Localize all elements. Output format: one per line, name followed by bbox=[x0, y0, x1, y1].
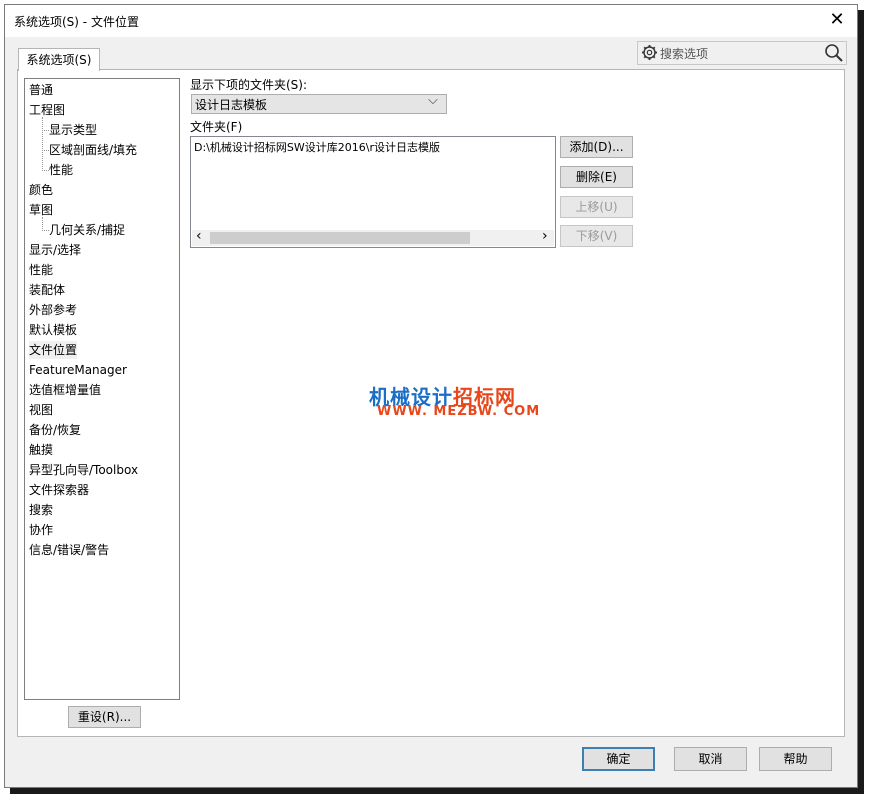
chevron-down-icon: ⌵ bbox=[428, 93, 438, 108]
window-title: 系统选项(S) - 文件位置 bbox=[14, 15, 139, 29]
move-up-button[interactable]: 上移(U) bbox=[560, 196, 633, 218]
tree-connector bbox=[42, 170, 49, 171]
folder-path-row[interactable]: D:\机械设计招标网SW设计库2016\r设计日志模版 bbox=[194, 139, 440, 155]
search-box[interactable]: 搜索选项 bbox=[637, 41, 847, 65]
reset-button[interactable]: 重设(R)... bbox=[68, 706, 141, 728]
folder-type-select[interactable]: 设计日志模板 ⌵ bbox=[191, 93, 447, 114]
tree-item[interactable]: 工程图 bbox=[29, 101, 65, 119]
folders-list[interactable]: D:\机械设计招标网SW设计库2016\r设计日志模版 ‹ › bbox=[190, 136, 556, 248]
search-placeholder: 搜索选项 bbox=[660, 47, 709, 61]
scrollbar-thumb[interactable] bbox=[210, 232, 470, 244]
ok-button[interactable]: 确定 bbox=[582, 747, 655, 771]
tree-item[interactable]: 外部参考 bbox=[29, 301, 77, 319]
search-icon[interactable] bbox=[824, 43, 844, 63]
tree-item[interactable]: 搜索 bbox=[29, 501, 53, 519]
tree-item[interactable]: 默认模板 bbox=[29, 321, 77, 339]
scroll-left-icon[interactable]: ‹ bbox=[196, 228, 202, 244]
close-icon[interactable]: ✕ bbox=[827, 9, 847, 30]
show-folders-label: 显示下项的文件夹(S): bbox=[190, 78, 308, 92]
tree-connector bbox=[42, 117, 43, 171]
tree-item[interactable]: 显示类型 bbox=[49, 121, 97, 139]
delete-button[interactable]: 删除(E) bbox=[560, 166, 633, 188]
tree-item[interactable]: 区域剖面线/填充 bbox=[49, 141, 137, 159]
add-button[interactable]: 添加(D)... bbox=[560, 136, 633, 158]
tab-system-options[interactable]: 系统选项(S) bbox=[18, 48, 100, 71]
tree-item[interactable]: 协作 bbox=[29, 521, 53, 539]
tree-item[interactable]: 文件位置 bbox=[29, 341, 78, 359]
tree-connector bbox=[42, 130, 49, 131]
tree-item[interactable]: 性能 bbox=[29, 261, 53, 279]
tab-label: 系统选项(S) bbox=[26, 53, 92, 67]
move-down-button[interactable]: 下移(V) bbox=[560, 225, 633, 247]
tree-item[interactable]: 备份/恢复 bbox=[29, 421, 81, 439]
tree-item[interactable]: FeatureManager bbox=[29, 361, 127, 379]
tree-item[interactable]: 触摸 bbox=[29, 441, 53, 459]
scroll-right-icon[interactable]: › bbox=[542, 228, 548, 244]
tree-connector bbox=[42, 230, 49, 231]
tree-item[interactable]: 视图 bbox=[29, 401, 53, 419]
tree-item[interactable]: 装配体 bbox=[29, 281, 65, 299]
tree-item[interactable]: 草图 bbox=[29, 201, 53, 219]
options-dialog: 系统选项(S) - 文件位置 ✕ 搜索选项 系统选项(S) 普通工程图显示类型区… bbox=[4, 4, 858, 788]
tree-item[interactable]: 选值框增量值 bbox=[29, 381, 101, 399]
horizontal-scrollbar[interactable]: ‹ › bbox=[192, 228, 554, 246]
title-bar: 系统选项(S) - 文件位置 ✕ bbox=[5, 5, 857, 37]
tree-item[interactable]: 文件探索器 bbox=[29, 481, 89, 499]
options-tree[interactable]: 普通 工程图 显示类型 区域剖面线/填充 性能 颜色 草图 几何关系/捕捉 显示/选择 性能 装配体… bbox=[24, 78, 180, 700]
tree-connector bbox=[42, 150, 49, 151]
gear-icon bbox=[642, 45, 657, 60]
cancel-button[interactable]: 取消 bbox=[674, 747, 747, 771]
folders-label: 文件夹(F) bbox=[190, 120, 243, 134]
tree-item[interactable]: 几何关系/捕捉 bbox=[49, 221, 125, 239]
tree-item[interactable]: 颜色 bbox=[29, 181, 53, 199]
tree-item[interactable]: 信息/错误/警告 bbox=[29, 541, 109, 559]
help-button[interactable]: 帮助 bbox=[759, 747, 832, 771]
watermark-url: WWW. MEZBW. COM bbox=[377, 404, 541, 419]
tree-connector bbox=[42, 217, 43, 231]
tree-item[interactable]: 普通 bbox=[29, 81, 53, 99]
tree-item[interactable]: 显示/选择 bbox=[29, 241, 81, 259]
folder-type-value: 设计日志模板 bbox=[195, 98, 268, 112]
tree-item[interactable]: 异型孔向导/Toolbox bbox=[29, 461, 138, 479]
tree-item[interactable]: 性能 bbox=[49, 161, 73, 179]
